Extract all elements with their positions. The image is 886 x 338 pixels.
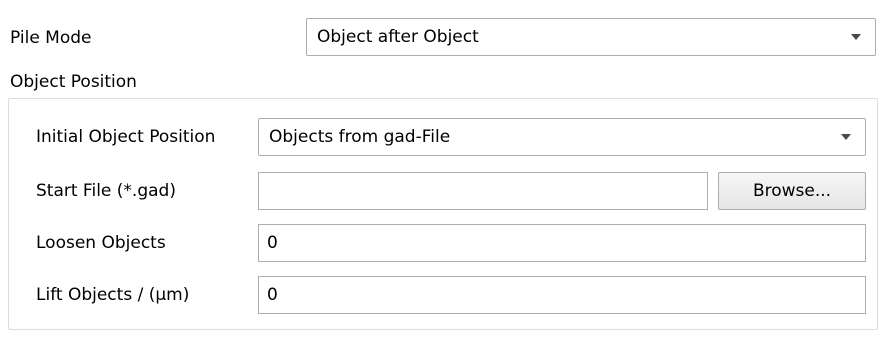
lift-objects-field[interactable] [258,276,866,314]
initial-position-dropdown[interactable]: Objects from gad-File [258,118,866,156]
loosen-objects-label: Loosen Objects [36,233,166,253]
start-file-label: Start File (*.gad) [36,181,176,201]
pile-mode-label: Pile Mode [10,28,92,48]
chevron-down-icon[interactable] [851,34,861,40]
pile-mode-dropdown[interactable]: Object after Object [306,18,876,56]
pile-settings-panel: Pile Mode Object after Object Object Pos… [0,0,886,338]
loosen-objects-input[interactable] [259,225,865,261]
start-file-input[interactable] [259,173,707,209]
initial-position-label: Initial Object Position [36,127,216,147]
browse-button[interactable]: Browse... [718,172,866,210]
start-file-field[interactable] [258,172,708,210]
chevron-down-icon[interactable] [841,134,851,140]
object-position-group-title: Object Position [10,72,137,92]
lift-objects-input[interactable] [259,277,865,313]
initial-position-value: Objects from gad-File [269,127,451,147]
lift-objects-label: Lift Objects / (µm) [36,285,190,305]
pile-mode-value: Object after Object [317,27,479,47]
loosen-objects-field[interactable] [258,224,866,262]
